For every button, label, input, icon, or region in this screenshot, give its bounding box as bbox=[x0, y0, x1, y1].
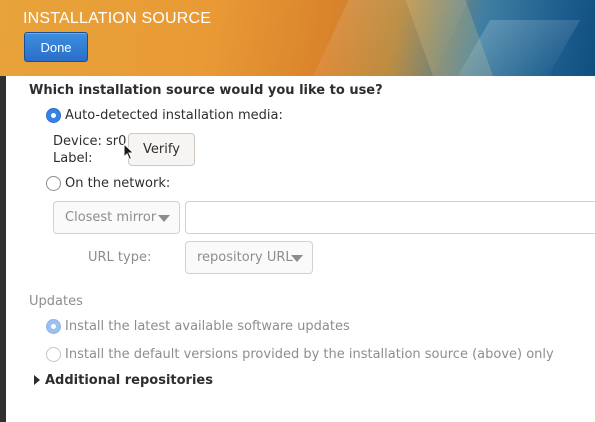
additional-repositories-expander[interactable]: Additional repositories bbox=[45, 373, 213, 388]
protocol-dropdown[interactable]: Closest mirror bbox=[53, 201, 180, 234]
url-type-label: URL type: bbox=[88, 250, 152, 265]
network-label[interactable]: On the network: bbox=[65, 176, 170, 191]
expander-arrow-icon[interactable] bbox=[34, 375, 40, 385]
network-radio[interactable] bbox=[46, 176, 61, 191]
page-title: INSTALLATION SOURCE bbox=[23, 10, 212, 27]
chevron-down-icon bbox=[291, 255, 303, 262]
done-button[interactable]: Done bbox=[24, 32, 88, 62]
source-question: Which installation source would you like… bbox=[29, 83, 383, 98]
auto-detected-radio[interactable] bbox=[46, 108, 61, 123]
mouse-pointer-icon bbox=[123, 143, 135, 161]
chevron-down-icon bbox=[158, 215, 170, 222]
latest-updates-radio[interactable] bbox=[46, 319, 61, 334]
verify-button[interactable]: Verify bbox=[128, 133, 195, 166]
auto-detected-label[interactable]: Auto-detected installation media: bbox=[65, 108, 283, 123]
url-input[interactable] bbox=[185, 201, 595, 234]
url-type-value: repository URL bbox=[197, 250, 293, 265]
device-label: Device: sr0 bbox=[53, 134, 127, 149]
latest-updates-label[interactable]: Install the latest available software up… bbox=[65, 319, 350, 334]
default-versions-label[interactable]: Install the default versions provided by… bbox=[65, 347, 554, 362]
default-versions-radio[interactable] bbox=[46, 347, 61, 362]
media-label: Label: bbox=[53, 151, 93, 166]
protocol-value: Closest mirror bbox=[65, 210, 157, 225]
updates-heading: Updates bbox=[29, 294, 83, 309]
url-type-dropdown[interactable]: repository URL bbox=[185, 241, 313, 274]
header-bar: INSTALLATION SOURCE Done bbox=[0, 0, 595, 76]
main-content: Which installation source would you like… bbox=[6, 76, 595, 422]
